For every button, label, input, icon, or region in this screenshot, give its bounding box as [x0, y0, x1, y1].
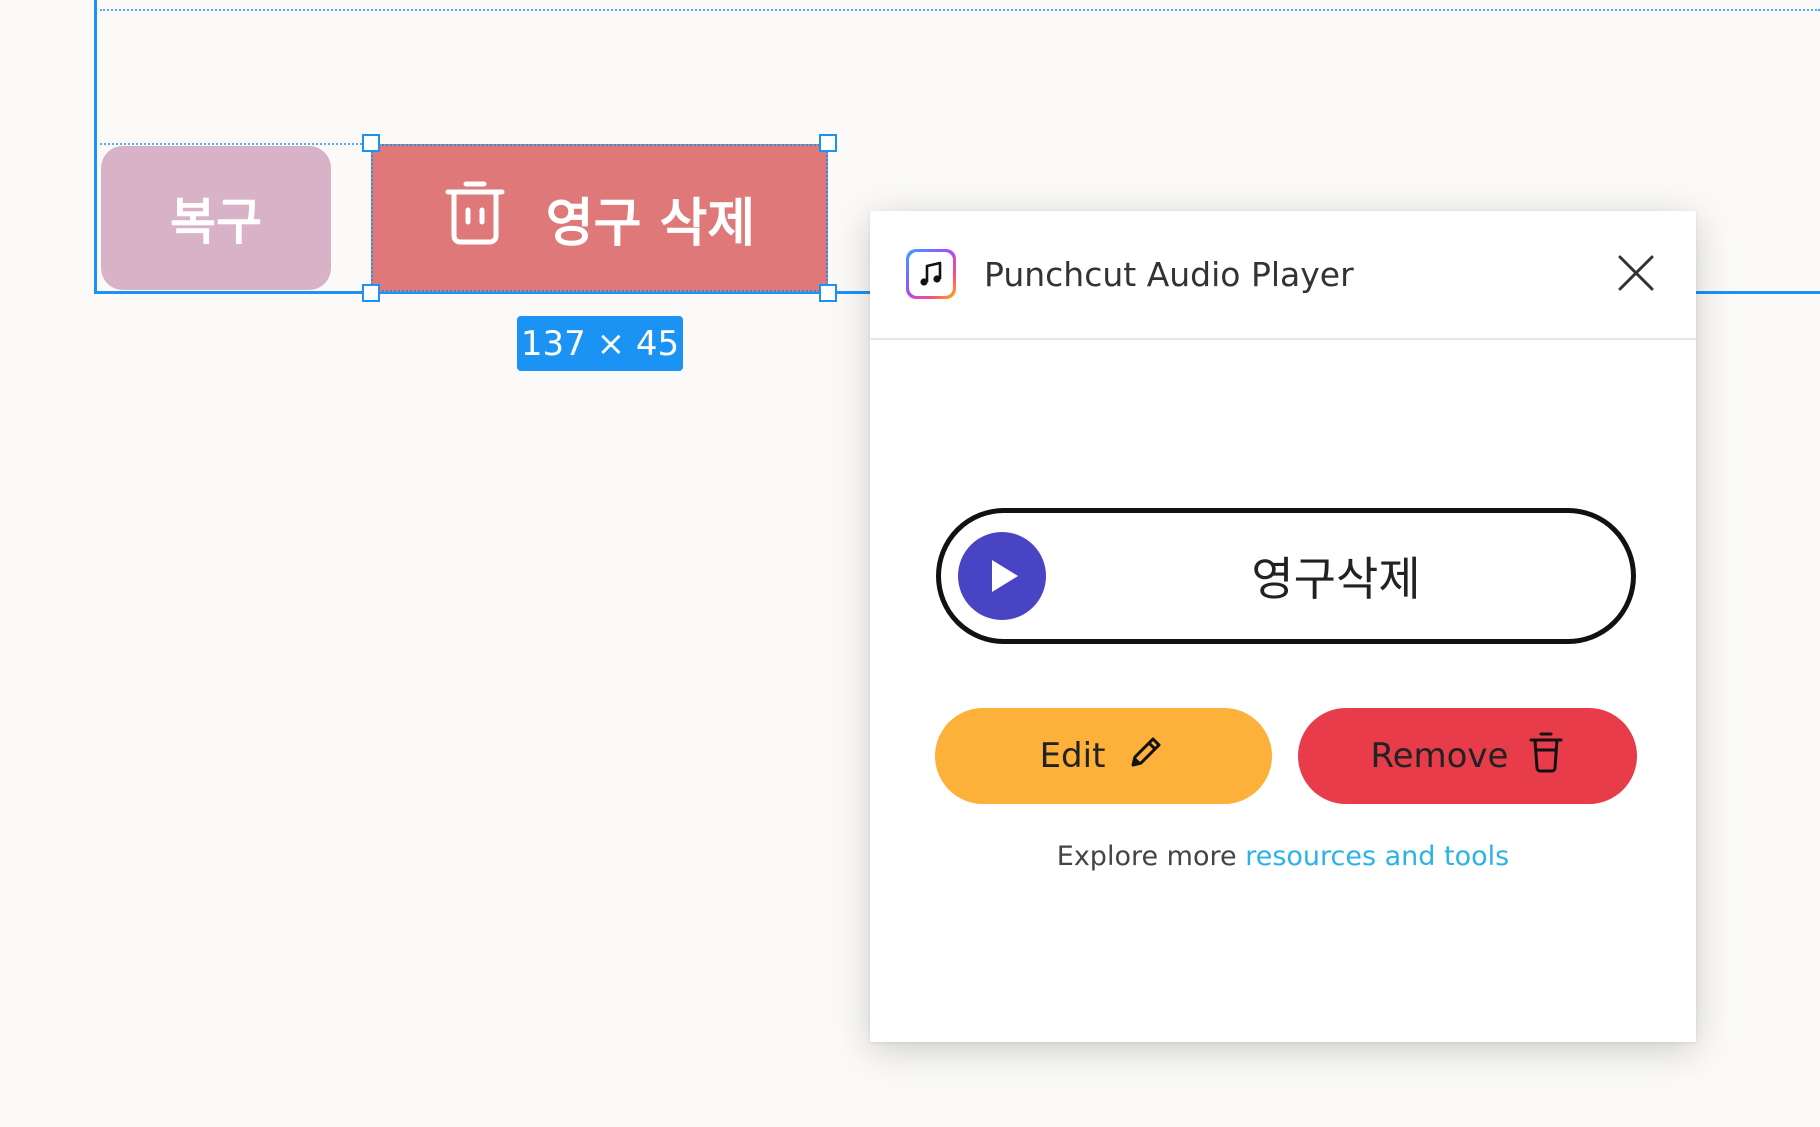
pencil-icon: [1125, 731, 1167, 782]
panel-title: Punchcut Audio Player: [984, 255, 1354, 294]
remove-button-label: Remove: [1370, 736, 1509, 776]
music-note-icon: [906, 249, 956, 299]
audio-player-plugin-panel: Punchcut Audio Player 영구삭제 Edit Remove E…: [870, 211, 1696, 1042]
restore-button[interactable]: 복구: [101, 146, 331, 290]
permanent-delete-button[interactable]: 영구 삭제: [371, 144, 828, 292]
guide-line-top: [100, 9, 1820, 11]
edit-button-label: Edit: [1039, 736, 1106, 776]
audio-label: 영구삭제: [1251, 552, 1421, 606]
play-icon[interactable]: [958, 532, 1046, 620]
permanent-delete-label: 영구 삭제: [545, 193, 756, 254]
panel-header: Punchcut Audio Player: [870, 211, 1696, 340]
footer-prefix: Explore more: [1056, 841, 1237, 872]
resize-handle-top-right[interactable]: [819, 134, 837, 152]
resize-handle-bottom-right[interactable]: [819, 284, 837, 302]
resources-link[interactable]: resources and tools: [1245, 841, 1509, 872]
close-icon[interactable]: [1614, 251, 1658, 295]
restore-button-label: 복구: [170, 193, 262, 251]
audio-player: 영구삭제: [936, 508, 1636, 644]
trash-icon: [1528, 730, 1564, 783]
resize-handle-top-left[interactable]: [362, 134, 380, 152]
remove-button[interactable]: Remove: [1298, 708, 1637, 804]
footer-text: Explore more resources and tools: [870, 841, 1696, 872]
trash-icon: [444, 176, 506, 261]
resize-handle-bottom-left[interactable]: [362, 284, 380, 302]
edit-button[interactable]: Edit: [935, 708, 1272, 804]
dimension-label: 137 × 45: [517, 316, 683, 371]
guide-line-row: [100, 143, 370, 145]
